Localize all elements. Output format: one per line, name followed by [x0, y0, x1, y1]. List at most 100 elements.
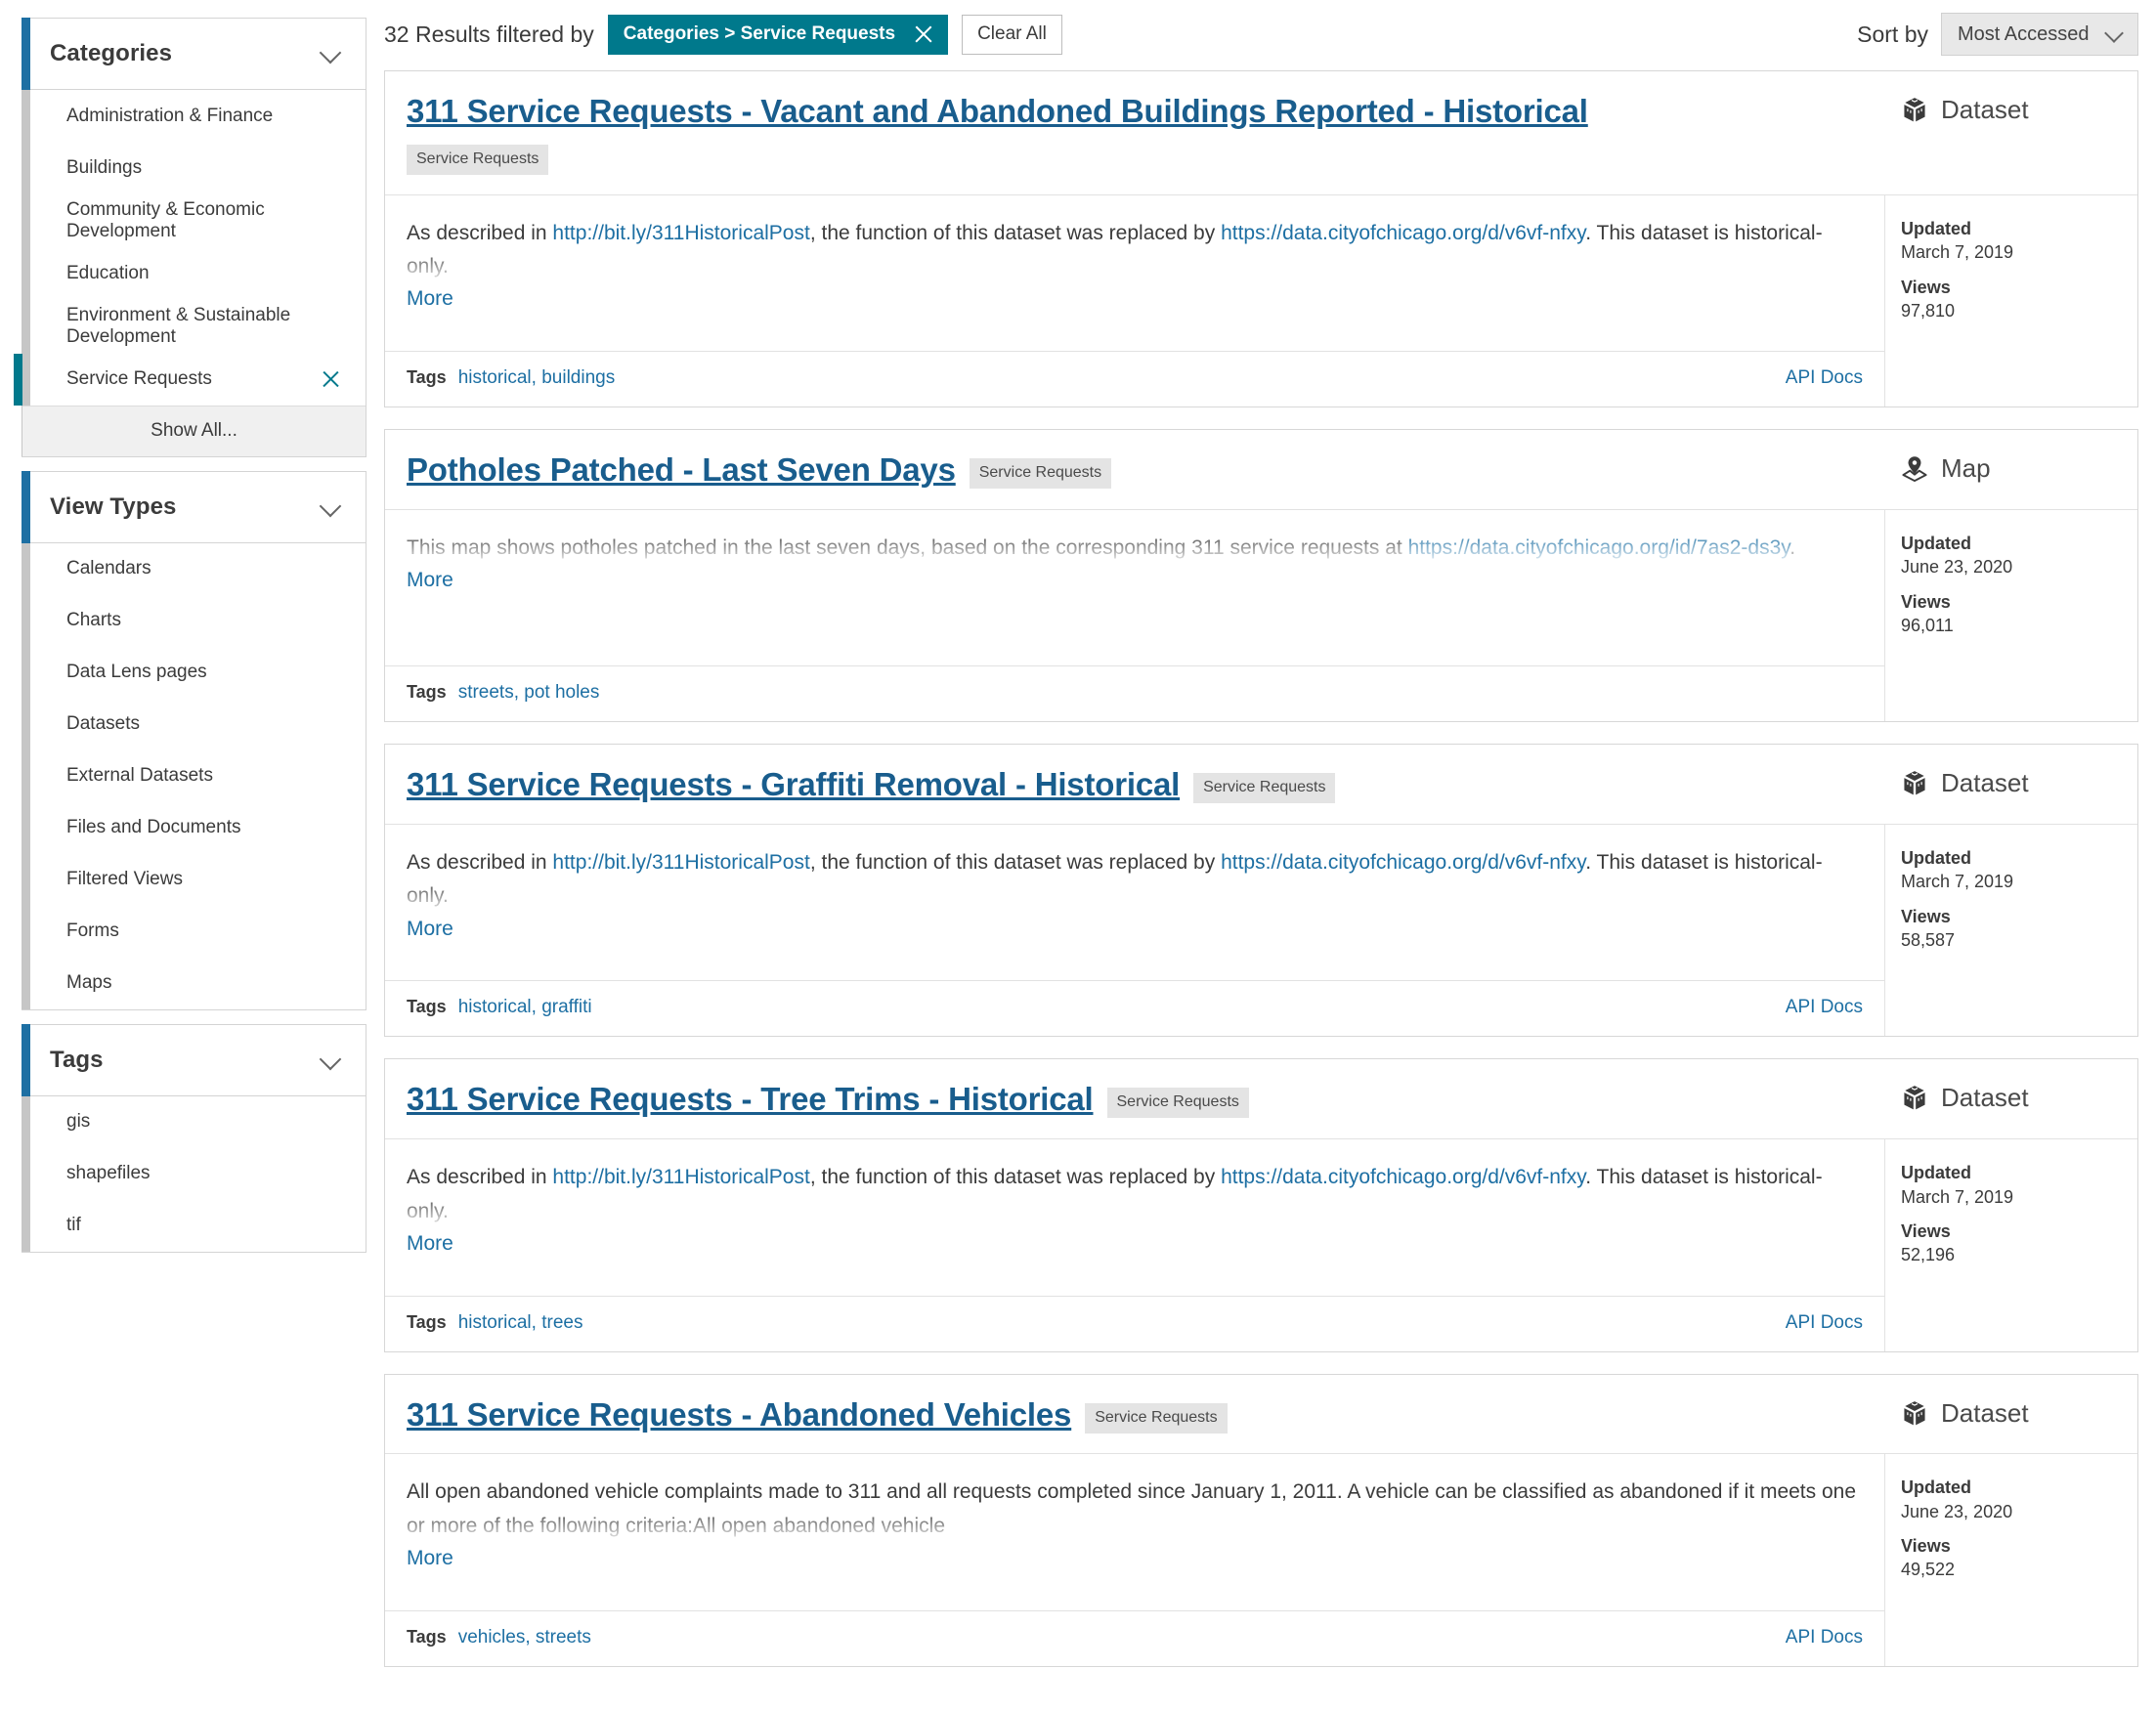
view-type-label: Dataset	[1941, 97, 2029, 122]
description-link[interactable]: http://bit.ly/311HistoricalPost	[552, 1166, 809, 1188]
result-card-header: 311 Service Requests - Abandoned Vehicle…	[385, 1375, 2137, 1455]
more-link[interactable]: More	[407, 287, 453, 311]
category-badge[interactable]: Service Requests	[970, 458, 1111, 489]
result-card-header: 311 Service Requests - Graffiti Removal …	[385, 745, 2137, 825]
sidebar-item-service-requests[interactable]: Service Requests	[22, 354, 366, 406]
sidebar-item-community-economic-development[interactable]: Community & Economic Development	[22, 193, 366, 247]
sidebar-item-label: Buildings	[66, 151, 142, 185]
sidebar-item-label: Files and Documents	[66, 811, 240, 844]
facet-item-list: gis shapefiles tif	[22, 1096, 367, 1253]
result-title-block: 311 Service Requests - Graffiti Removal …	[385, 745, 1885, 824]
result-card: 311 Service Requests - Vacant and Abando…	[384, 70, 2138, 407]
more-link[interactable]: More	[407, 918, 453, 941]
description-link[interactable]: http://bit.ly/311HistoricalPost	[552, 222, 809, 244]
tags-group: Tags historical, trees	[407, 1312, 582, 1334]
footer-spacer	[1885, 351, 2137, 407]
result-tags-row: Tags historical, trees API Docs	[385, 1296, 1885, 1351]
sidebar-item-gis[interactable]: gis	[22, 1096, 366, 1148]
sidebar-item-administration-finance[interactable]: Administration & Finance	[22, 90, 366, 142]
facet-item-list: CalendarsChartsData Lens pages Datasets Ex…	[22, 543, 367, 1010]
category-badge[interactable]: Service Requests	[1107, 1088, 1249, 1118]
description-link-secondary[interactable]: https://data.cityofchicago.org/d/v6vf-nf…	[1221, 851, 1585, 874]
sidebar-item-label: shapefiles	[66, 1157, 151, 1190]
result-description: As described in http://bit.ly/311Histori…	[407, 217, 1861, 283]
facet-title: View Types	[50, 493, 177, 521]
facet-header-categories[interactable]: Categories	[22, 18, 367, 90]
result-card-header: Potholes Patched - Last Seven Days Servic…	[385, 430, 2137, 510]
description-link-secondary[interactable]: https://data.cityofchicago.org/d/v6vf-nf…	[1221, 222, 1585, 244]
more-link[interactable]: More	[407, 1547, 453, 1570]
result-title-row: 311 Service Requests - Graffiti Removal …	[407, 766, 1862, 804]
api-docs-link[interactable]: API Docs	[1786, 367, 1863, 389]
sidebar-item-filtered-views[interactable]: Filtered Views	[22, 854, 366, 906]
result-description: As described in http://bit.ly/311Histori…	[407, 846, 1861, 913]
category-badge[interactable]: Service Requests	[407, 145, 548, 175]
chevron-down-icon[interactable]	[321, 43, 342, 64]
description-link[interactable]: http://bit.ly/311HistoricalPost	[552, 851, 809, 874]
result-title-link[interactable]: 311 Service Requests - Vacant and Abando…	[407, 93, 1588, 131]
show-all-button[interactable]: Show All...	[22, 406, 366, 456]
chevron-down-icon[interactable]	[321, 496, 342, 518]
tags-values: historical, graffiti	[458, 997, 592, 1018]
sidebar-item-label: tif	[66, 1209, 81, 1242]
sidebar-item-forms[interactable]: Forms	[22, 906, 366, 958]
sidebar-item-shapefiles[interactable]: shapefiles	[22, 1148, 366, 1200]
facet-item-list: Administration & Finance Buildings Communi…	[22, 90, 367, 457]
sidebar-item-data-lens-pages[interactable]: Data Lens pages	[22, 647, 366, 699]
sidebar-item-label: External Datasets	[66, 759, 213, 792]
updated-value: March 7, 2019	[1901, 1185, 2137, 1209]
api-docs-link[interactable]: API Docs	[1786, 1627, 1863, 1648]
sidebar-item-label: Datasets	[66, 707, 140, 741]
dataset-cube-icon	[1902, 1085, 1927, 1117]
sidebar-item-education[interactable]: Education	[22, 247, 366, 299]
tags-values: historical, buildings	[458, 367, 616, 389]
chevron-down-icon[interactable]	[321, 1049, 342, 1071]
result-title-link[interactable]: 311 Service Requests - Graffiti Removal …	[407, 766, 1180, 804]
result-title-link[interactable]: Potholes Patched - Last Seven Days	[407, 451, 956, 490]
view-type-label: Map	[1941, 455, 1991, 481]
view-type-block: Dataset	[1885, 745, 2137, 824]
sidebar-item-charts[interactable]: Charts	[22, 595, 366, 647]
sidebar-item-environment-sustainable-development[interactable]: Environment & Sustainable Development	[22, 299, 366, 353]
result-title-link[interactable]: 311 Service Requests - Abandoned Vehicle…	[407, 1396, 1071, 1434]
sidebar-item-calendars[interactable]: Calendars	[22, 543, 366, 595]
dataset-cube-icon	[1902, 97, 1927, 129]
tag-link[interactable]: streets, pot holes	[458, 682, 600, 703]
sidebar-item-datasets[interactable]: Datasets	[22, 699, 366, 750]
tags-group: Tagsstreets, pot holes	[407, 682, 599, 704]
clear-all-button[interactable]: Clear All	[962, 15, 1062, 55]
sidebar-item-label: Maps	[66, 966, 111, 1000]
result-title-row: 311 Service Requests - Vacant and Abando…	[407, 93, 1862, 131]
description-link-secondary[interactable]: https://data.cityofchicago.org/d/v6vf-nf…	[1221, 1166, 1585, 1188]
result-title-block: Potholes Patched - Last Seven Days Servic…	[385, 430, 1885, 509]
result-description-block: As described in http://bit.ly/311Histori…	[385, 195, 1885, 351]
result-description-block: As described in http://bit.ly/311Histori…	[385, 825, 1885, 980]
active-filter-chip[interactable]: Categories > Service Requests	[608, 15, 948, 55]
category-badge[interactable]: Service Requests	[1193, 773, 1335, 803]
more-link[interactable]: More	[407, 1232, 453, 1256]
sidebar-item-buildings[interactable]: Buildings	[22, 142, 366, 193]
facet-header-tags[interactable]: Tags	[22, 1024, 367, 1096]
tag-link[interactable]: historical, trees	[458, 1312, 583, 1333]
tag-link[interactable]: historical, graffiti	[458, 997, 592, 1017]
api-docs-link[interactable]: API Docs	[1786, 997, 1863, 1018]
description-link-secondary[interactable]: https://data.cityofchicago.org/id/7as2-d…	[1408, 536, 1790, 559]
tags-label: Tags	[407, 1312, 447, 1333]
views-value: 52,196	[1901, 1243, 2137, 1266]
view-type-block: Dataset	[1885, 1375, 2137, 1454]
close-icon[interactable]	[319, 367, 342, 391]
sort-select[interactable]: Most Accessed	[1941, 13, 2138, 56]
api-docs-link[interactable]: API Docs	[1786, 1312, 1863, 1334]
sidebar-item-maps[interactable]: Maps	[22, 958, 366, 1009]
category-badge[interactable]: Service Requests	[1085, 1403, 1227, 1434]
facet-header-view-types[interactable]: View Types	[22, 471, 367, 543]
tag-link[interactable]: historical, buildings	[458, 367, 616, 388]
sidebar-item-label: gis	[66, 1105, 90, 1138]
sidebar-item-files-and-documents[interactable]: Files and Documents	[22, 802, 366, 854]
sidebar-item-tif[interactable]: tif	[22, 1200, 366, 1252]
close-icon[interactable]	[913, 23, 934, 45]
sidebar-item-external-datasets[interactable]: External Datasets	[22, 750, 366, 802]
more-link[interactable]: More	[407, 569, 453, 592]
result-title-link[interactable]: 311 Service Requests - Tree Trims - Hist…	[407, 1081, 1094, 1119]
tag-link[interactable]: vehicles, streets	[458, 1627, 591, 1648]
